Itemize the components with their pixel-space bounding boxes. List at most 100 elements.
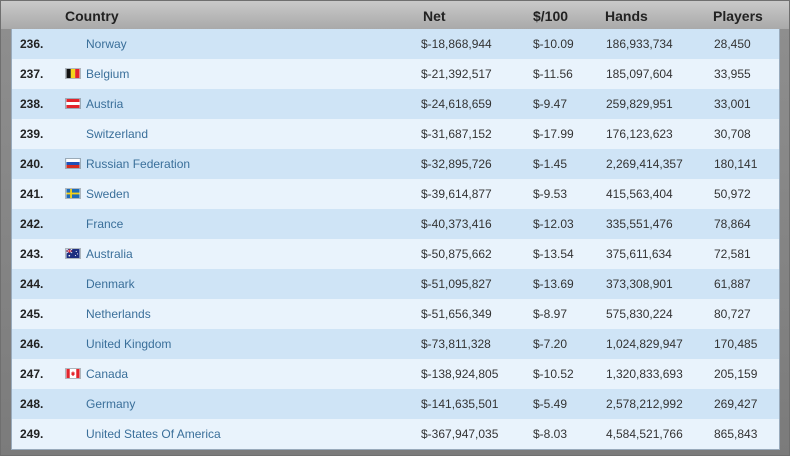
canada-flag-icon bbox=[65, 368, 81, 379]
players-cell: 61,887 bbox=[714, 277, 751, 291]
rank-cell: 238. bbox=[20, 97, 44, 111]
net-cell: $-138,924,805 bbox=[421, 367, 499, 381]
net-cell: $-73,811,328 bbox=[421, 337, 491, 351]
country-link[interactable]: Denmark bbox=[86, 277, 135, 291]
players-cell: 33,001 bbox=[714, 97, 751, 111]
rank-cell: 241. bbox=[20, 187, 44, 201]
header-hands[interactable]: Hands bbox=[605, 8, 648, 24]
table-row: 242. France $-40,373,416 $-12.03 335,551,476… bbox=[12, 209, 779, 239]
country-link[interactable]: Norway bbox=[86, 37, 127, 51]
per100-cell: $-10.52 bbox=[533, 367, 574, 381]
austria-flag-icon bbox=[65, 98, 81, 109]
net-cell: $-367,947,035 bbox=[421, 427, 499, 441]
players-cell: 30,708 bbox=[714, 127, 751, 141]
rank-cell: 247. bbox=[20, 367, 44, 381]
country-link[interactable]: Canada bbox=[86, 367, 128, 381]
hands-cell: 259,829,951 bbox=[606, 97, 673, 111]
per100-cell: $-13.54 bbox=[533, 247, 574, 261]
rank-cell: 244. bbox=[20, 277, 44, 291]
rank-cell: 236. bbox=[20, 37, 44, 51]
rank-cell: 246. bbox=[20, 337, 44, 351]
players-cell: 180,141 bbox=[714, 157, 758, 171]
hands-cell: 375,611,634 bbox=[606, 247, 672, 261]
net-cell: $-141,635,501 bbox=[421, 397, 499, 411]
table-row: 243. Australia $-50,875,662 $-13.54 375,611,… bbox=[12, 239, 779, 269]
net-cell: $-51,656,349 bbox=[421, 307, 492, 321]
sweden-flag-icon bbox=[65, 188, 81, 199]
net-cell: $-50,875,662 bbox=[421, 247, 492, 261]
country-link[interactable]: Switzerland bbox=[86, 127, 148, 141]
per100-cell: $-1.45 bbox=[533, 157, 568, 171]
table-row: 236. Norway $-18,868,944 $-10.09 186,933,734… bbox=[12, 29, 779, 59]
net-cell: $-32,895,726 bbox=[421, 157, 492, 171]
net-cell: $-18,868,944 bbox=[421, 37, 492, 51]
country-link[interactable]: United Kingdom bbox=[86, 337, 171, 351]
per100-cell: $-8.97 bbox=[533, 307, 568, 321]
net-cell: $-21,392,517 bbox=[421, 67, 492, 81]
hands-cell: 373,308,901 bbox=[606, 277, 673, 291]
players-cell: 78,864 bbox=[714, 217, 751, 231]
country-link[interactable]: Germany bbox=[86, 397, 135, 411]
country-table: 236. Norway $-18,868,944 $-10.09 186,933,734… bbox=[11, 29, 780, 450]
country-link[interactable]: United States Of America bbox=[86, 427, 221, 441]
hands-cell: 1,024,829,947 bbox=[606, 337, 683, 351]
players-cell: 205,159 bbox=[714, 367, 758, 381]
hands-cell: 2,269,414,357 bbox=[606, 157, 683, 171]
table-row: 248. Germany $-141,635,501 $-5.49 2,578,212,… bbox=[12, 389, 779, 419]
rank-cell: 239. bbox=[20, 127, 44, 141]
players-cell: 170,485 bbox=[714, 337, 758, 351]
country-link[interactable]: France bbox=[86, 217, 123, 231]
hands-cell: 335,551,476 bbox=[606, 217, 673, 231]
table-row: 244. Denmark $-51,095,827 $-13.69 373,308,90… bbox=[12, 269, 779, 299]
header-net[interactable]: Net bbox=[423, 8, 446, 24]
australia-flag-icon bbox=[65, 248, 81, 259]
table-row: 238. Austria $-24,618,659 $-9.47 259,829,951… bbox=[12, 89, 779, 119]
per100-cell: $-10.09 bbox=[533, 37, 574, 51]
hands-cell: 415,563,404 bbox=[606, 187, 673, 201]
country-link[interactable]: Sweden bbox=[86, 187, 129, 201]
table-row: 249. United States Of America $-367,947,03… bbox=[12, 419, 779, 449]
table-row: 245. Netherlands $-51,656,349 $-8.97 575,830… bbox=[12, 299, 779, 329]
net-cell: $-51,095,827 bbox=[421, 277, 492, 291]
per100-cell: $-7.20 bbox=[533, 337, 568, 351]
hands-cell: 185,097,604 bbox=[606, 67, 673, 81]
hands-cell: 4,584,521,766 bbox=[606, 427, 683, 441]
hands-cell: 176,123,623 bbox=[606, 127, 673, 141]
table-row: 237. Belgium $-21,392,517 $-11.56 185,097,60… bbox=[12, 59, 779, 89]
header-players[interactable]: Players bbox=[713, 8, 763, 24]
header-country[interactable]: Country bbox=[65, 8, 119, 24]
per100-cell: $-9.47 bbox=[533, 97, 568, 111]
country-link[interactable]: Netherlands bbox=[86, 307, 151, 321]
country-link[interactable]: Austria bbox=[86, 97, 123, 111]
rank-cell: 249. bbox=[20, 427, 44, 441]
per100-cell: $-17.99 bbox=[533, 127, 574, 141]
country-link[interactable]: Australia bbox=[86, 247, 133, 261]
hands-cell: 2,578,212,992 bbox=[606, 397, 683, 411]
rank-cell: 242. bbox=[20, 217, 44, 231]
players-cell: 865,843 bbox=[714, 427, 758, 441]
players-cell: 33,955 bbox=[714, 67, 751, 81]
per100-cell: $-8.03 bbox=[533, 427, 568, 441]
country-link[interactable]: Russian Federation bbox=[86, 157, 190, 171]
table-row: 241. Sweden $-39,614,877 $-9.53 415,563,404 5… bbox=[12, 179, 779, 209]
header-per100[interactable]: $/100 bbox=[533, 8, 568, 24]
table-row: 239. Switzerland $-31,687,152 $-17.99 176,12… bbox=[12, 119, 779, 149]
net-cell: $-31,687,152 bbox=[421, 127, 492, 141]
net-cell: $-24,618,659 bbox=[421, 97, 492, 111]
players-cell: 50,972 bbox=[714, 187, 751, 201]
per100-cell: $-11.56 bbox=[533, 67, 573, 81]
hands-cell: 575,830,224 bbox=[606, 307, 673, 321]
per100-cell: $-5.49 bbox=[533, 397, 568, 411]
leaderboard-frame: Country Net $/100 Hands Players 236. Norw… bbox=[0, 0, 790, 456]
per100-cell: $-12.03 bbox=[533, 217, 574, 231]
players-cell: 269,427 bbox=[714, 397, 758, 411]
country-link[interactable]: Belgium bbox=[86, 67, 129, 81]
players-cell: 28,450 bbox=[714, 37, 751, 51]
rank-cell: 237. bbox=[20, 67, 44, 81]
rank-cell: 248. bbox=[20, 397, 44, 411]
rank-cell: 245. bbox=[20, 307, 44, 321]
rank-cell: 243. bbox=[20, 247, 44, 261]
russia-flag-icon bbox=[65, 158, 81, 169]
hands-cell: 186,933,734 bbox=[606, 37, 673, 51]
table-row: 247. Canada $-138,924,805 $-10.52 1,320,833,… bbox=[12, 359, 779, 389]
